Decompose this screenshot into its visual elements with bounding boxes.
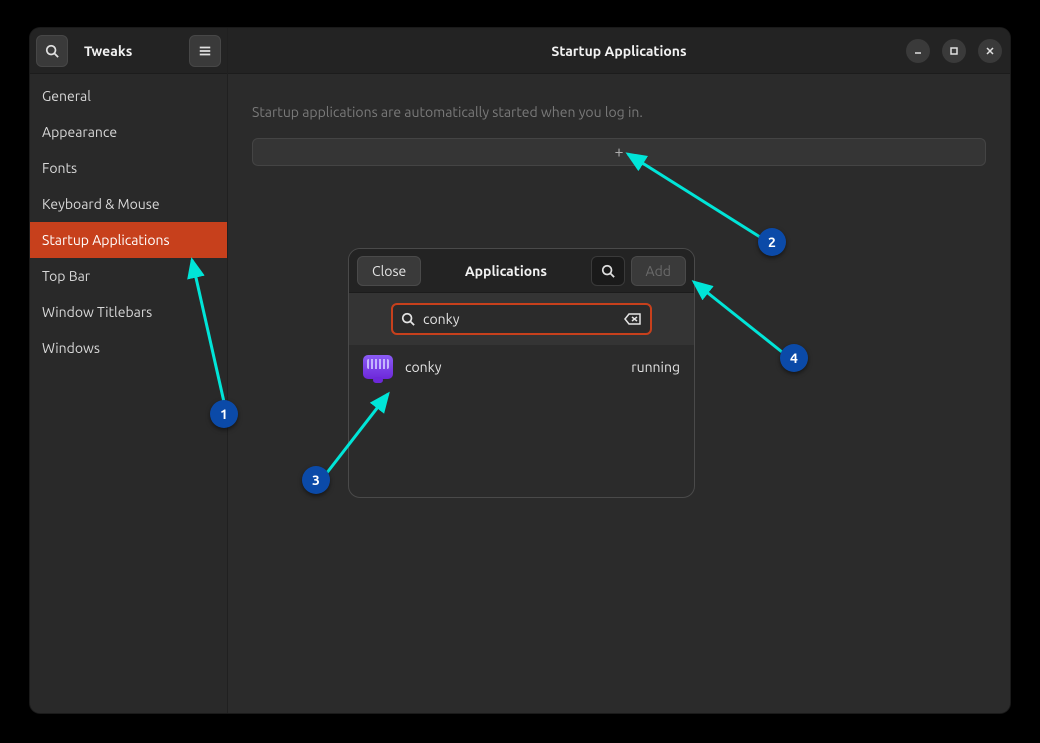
page-description: Startup applications are automatically s… [252,104,986,120]
close-icon [985,46,995,56]
maximize-button[interactable] [942,39,966,63]
sidebar-item-label: Keyboard & Mouse [42,196,160,212]
dialog-title: Applications [427,263,584,279]
sidebar-item-label: Fonts [42,160,77,176]
sidebar-item-label: Startup Applications [42,232,170,248]
window-controls [906,39,1002,63]
add-startup-app-button[interactable]: + [252,138,986,166]
annotation-marker-3: 3 [302,466,330,494]
search-icon [401,312,415,326]
sidebar-item-windows[interactable]: Windows [30,330,227,366]
app-icon [363,355,393,379]
applications-dialog: Close Applications Add conky running [348,248,695,498]
main-header: Startup Applications [228,28,1010,74]
sidebar-item-general[interactable]: General [30,78,227,114]
dialog-close-button[interactable]: Close [357,256,421,286]
sidebar-item-window-titlebars[interactable]: Window Titlebars [30,294,227,330]
dialog-header: Close Applications Add [349,249,694,293]
search-input[interactable] [423,311,616,327]
app-status: running [631,359,680,375]
plus-icon: + [614,144,623,160]
sidebar-item-top-bar[interactable]: Top Bar [30,258,227,294]
button-label: Close [372,263,406,279]
menu-button[interactable] [189,35,221,67]
sidebar-item-appearance[interactable]: Appearance [30,114,227,150]
app-name: conky [405,359,442,375]
close-button[interactable] [978,39,1002,63]
dialog-search-bar [349,293,694,345]
hamburger-icon [198,44,212,58]
sidebar-item-label: General [42,88,91,104]
dialog-add-button[interactable]: Add [631,256,686,286]
minimize-icon [913,46,923,56]
dialog-search-toggle[interactable] [591,256,625,286]
main-body: Startup applications are automatically s… [228,74,1010,196]
sidebar-item-fonts[interactable]: Fonts [30,150,227,186]
search-icon [601,264,615,278]
sidebar-item-label: Window Titlebars [42,304,152,320]
sidebar-item-label: Windows [42,340,100,356]
search-icon [45,44,59,58]
minimize-button[interactable] [906,39,930,63]
sidebar-item-label: Top Bar [42,268,90,284]
search-button[interactable] [36,35,68,67]
clear-icon[interactable] [624,312,642,326]
search-field[interactable] [391,303,652,335]
annotation-marker-2: 2 [758,228,786,256]
button-label: Add [646,263,671,279]
sidebar-header: Tweaks [30,28,227,74]
sidebar-item-label: Appearance [42,124,117,140]
sidebar-items: General Appearance Fonts Keyboard & Mous… [30,74,227,366]
sidebar-item-startup-applications[interactable]: Startup Applications [30,222,227,258]
page-title: Startup Applications [551,43,686,59]
annotation-marker-1: 1 [210,400,238,428]
annotation-marker-4: 4 [780,344,808,372]
sidebar: Tweaks General Appearance Fonts Keyboard… [30,28,228,713]
sidebar-item-keyboard-mouse[interactable]: Keyboard & Mouse [30,186,227,222]
maximize-icon [949,46,959,56]
app-title: Tweaks [74,43,183,59]
dialog-result-list: conky running [349,345,694,497]
list-item[interactable]: conky running [349,345,694,389]
